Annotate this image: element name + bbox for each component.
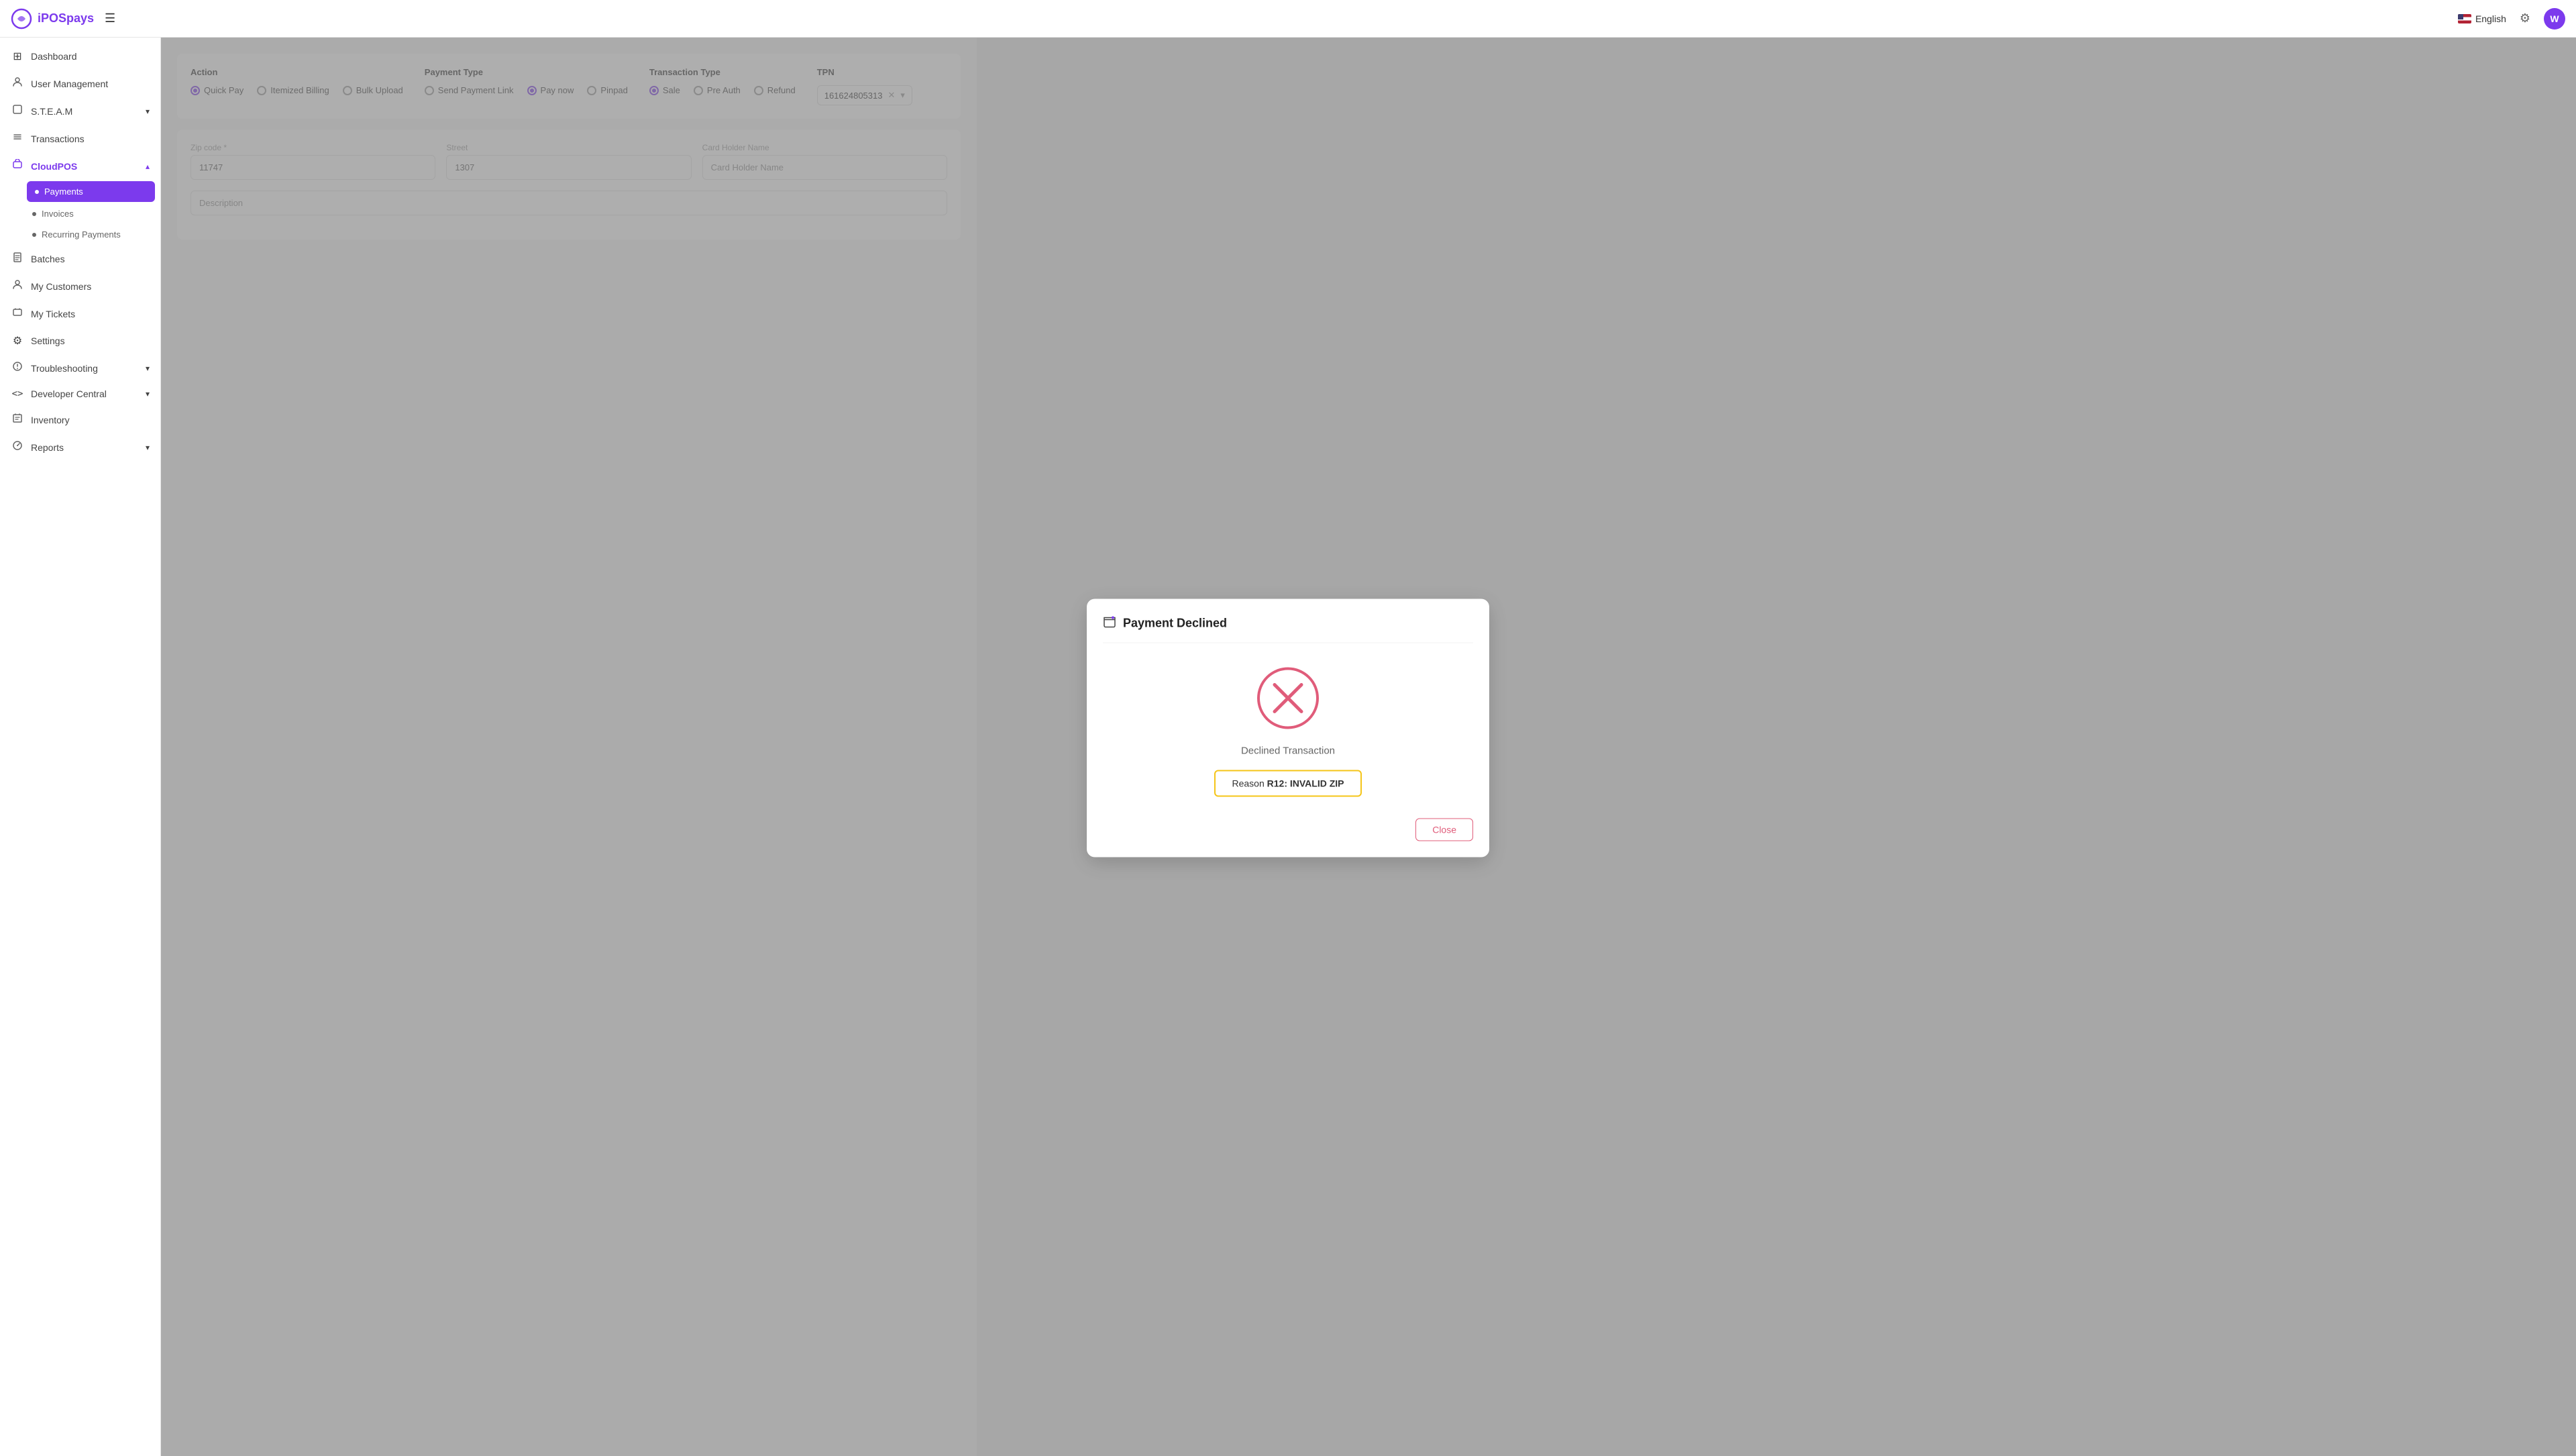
sidebar-item-label: Transactions bbox=[31, 134, 85, 144]
modal-title: Payment Declined bbox=[1123, 617, 1227, 631]
logo-text: iPOSpays bbox=[38, 11, 94, 25]
nav-dot-icon bbox=[32, 233, 36, 237]
sidebar-item-label: Inventory bbox=[31, 415, 70, 425]
developer-central-icon: <> bbox=[11, 388, 24, 399]
sidebar-item-transactions[interactable]: Transactions bbox=[0, 125, 160, 152]
sidebar-item-label: Troubleshooting bbox=[31, 363, 98, 374]
declined-text: Declined Transaction bbox=[1241, 745, 1335, 757]
batches-icon bbox=[11, 252, 24, 266]
sidebar-item-invoices[interactable]: Invoices bbox=[21, 203, 160, 224]
user-management-icon bbox=[11, 76, 24, 91]
dashboard-icon: ⊞ bbox=[11, 50, 24, 63]
modal-footer: Close bbox=[1103, 808, 1473, 841]
sidebar-item-label: Reports bbox=[31, 442, 64, 453]
sidebar-item-my-customers[interactable]: My Customers bbox=[0, 272, 160, 300]
sidebar-item-my-tickets[interactable]: My Tickets bbox=[0, 300, 160, 327]
sidebar-item-label: Developer Central bbox=[31, 388, 107, 399]
cloudpos-icon bbox=[11, 159, 24, 173]
cloudpos-subnav: Payments Invoices Recurring Payments bbox=[0, 181, 160, 245]
header-right: English ⚙ W bbox=[2458, 8, 2565, 30]
sidebar-item-dashboard[interactable]: ⊞ Dashboard bbox=[0, 43, 160, 70]
sidebar-sub-label: Recurring Payments bbox=[42, 229, 121, 240]
sidebar-item-label: User Management bbox=[31, 79, 108, 89]
language-label: English bbox=[2475, 13, 2506, 24]
sidebar-item-developer-central[interactable]: <> Developer Central ▾ bbox=[0, 382, 160, 406]
troubleshooting-icon bbox=[11, 361, 24, 375]
reason-prefix: Reason bbox=[1232, 778, 1267, 789]
sidebar-item-settings[interactable]: ⚙ Settings bbox=[0, 327, 160, 354]
sidebar-item-user-management[interactable]: User Management bbox=[0, 70, 160, 97]
app-header: iPOSpays ☰ English ⚙ W bbox=[0, 0, 2576, 38]
nav-dot-icon bbox=[32, 212, 36, 216]
modal-body: Declined Transaction Reason R12: INVALID… bbox=[1103, 643, 1473, 808]
payment-declined-modal: Payment Declined Declined Transaction Re… bbox=[1087, 599, 1489, 857]
sidebar-item-steam[interactable]: S.T.E.A.M ▾ bbox=[0, 97, 160, 125]
sidebar-item-reports[interactable]: Reports ▾ bbox=[0, 433, 160, 461]
sidebar-item-label: Batches bbox=[31, 254, 65, 264]
sidebar-item-inventory[interactable]: Inventory bbox=[0, 406, 160, 433]
sidebar-item-label: CloudPOS bbox=[31, 161, 77, 172]
chevron-down-icon: ▾ bbox=[146, 389, 150, 399]
sidebar-item-label: Dashboard bbox=[31, 51, 77, 62]
sidebar-item-cloudpos[interactable]: CloudPOS ▴ bbox=[0, 152, 160, 180]
flag-icon bbox=[2458, 14, 2471, 23]
close-button[interactable]: Close bbox=[1415, 819, 1473, 841]
reason-code: R12: INVALID ZIP bbox=[1267, 778, 1344, 789]
logo[interactable]: iPOSpays bbox=[11, 8, 94, 30]
steam-icon bbox=[11, 104, 24, 118]
chevron-down-icon: ▾ bbox=[146, 443, 150, 452]
sidebar-item-recurring-payments[interactable]: Recurring Payments bbox=[21, 224, 160, 245]
nav-dot-icon bbox=[35, 190, 39, 194]
reports-icon bbox=[11, 440, 24, 454]
sidebar-item-troubleshooting[interactable]: Troubleshooting ▾ bbox=[0, 354, 160, 382]
sidebar-item-label: My Tickets bbox=[31, 309, 75, 319]
hamburger-button[interactable]: ☰ bbox=[102, 9, 118, 28]
reason-box: Reason R12: INVALID ZIP bbox=[1214, 770, 1361, 797]
chevron-down-icon: ▾ bbox=[146, 107, 150, 116]
payment-declined-icon bbox=[1103, 615, 1116, 632]
sidebar-item-batches[interactable]: Batches bbox=[0, 245, 160, 272]
logo-icon bbox=[11, 8, 32, 30]
user-avatar[interactable]: W bbox=[2544, 8, 2565, 30]
settings-nav-icon: ⚙ bbox=[11, 334, 24, 348]
modal-header: Payment Declined bbox=[1103, 615, 1473, 643]
sidebar-sub-label: Payments bbox=[44, 187, 83, 197]
declined-transaction-icon bbox=[1254, 665, 1322, 732]
language-selector[interactable]: English bbox=[2458, 13, 2506, 24]
chevron-down-icon: ▾ bbox=[146, 364, 150, 373]
inventory-icon bbox=[11, 413, 24, 427]
sidebar: ⊞ Dashboard User Management S.T.E.A.M ▾ … bbox=[0, 38, 161, 1456]
settings-icon[interactable]: ⚙ bbox=[2517, 9, 2533, 28]
sidebar-item-payments[interactable]: Payments bbox=[27, 181, 155, 202]
transactions-icon bbox=[11, 132, 24, 146]
sidebar-sub-label: Invoices bbox=[42, 209, 74, 219]
sidebar-item-label: My Customers bbox=[31, 281, 91, 292]
header-left: iPOSpays ☰ bbox=[11, 8, 118, 30]
sidebar-item-label: Settings bbox=[31, 335, 65, 346]
sidebar-item-label: S.T.E.A.M bbox=[31, 106, 72, 117]
my-customers-icon bbox=[11, 279, 24, 293]
chevron-up-icon: ▴ bbox=[146, 162, 150, 171]
my-tickets-icon bbox=[11, 307, 24, 321]
